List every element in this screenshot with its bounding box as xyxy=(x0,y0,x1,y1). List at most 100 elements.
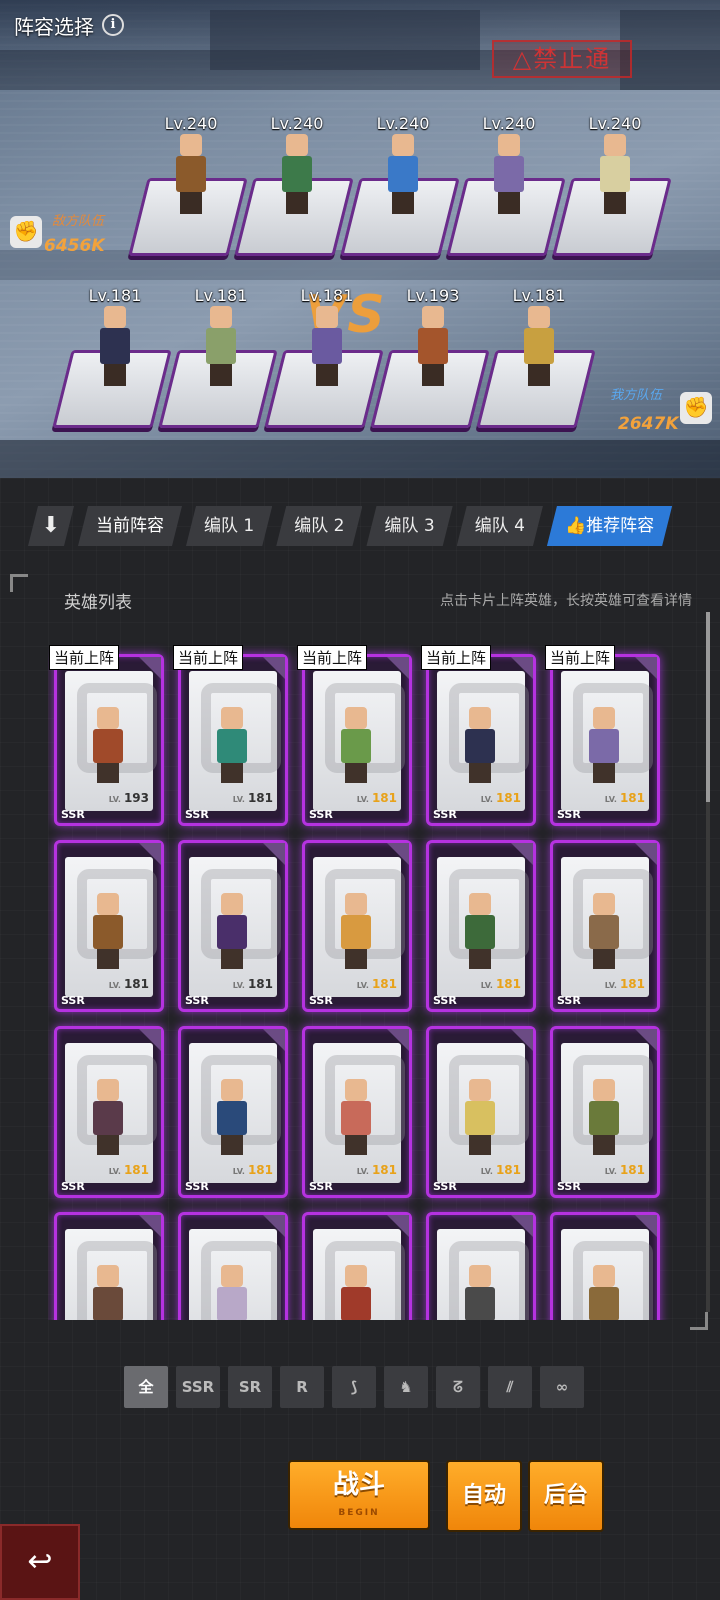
hero-card[interactable]: SSR LV. 181 xyxy=(178,840,288,1012)
hero-sprite xyxy=(211,893,253,971)
filter-r[interactable]: R xyxy=(280,1366,324,1408)
rarity-label: SSR xyxy=(557,808,581,821)
return-icon: ↩ xyxy=(27,1544,53,1579)
battle-scene: △禁止通 阵容选择 i VS ✊ 敌方队伍 6456K Lv.240 Lv.240… xyxy=(0,0,720,478)
ally-level-label: Lv.181 xyxy=(194,286,248,305)
hero-level: LV. 181 xyxy=(108,977,149,991)
hero-sprite xyxy=(459,1265,501,1320)
frame-corner-bottom-right xyxy=(690,1312,708,1330)
scrollbar-thumb[interactable] xyxy=(706,612,710,802)
hero-card[interactable]: SSR LV. 181 xyxy=(426,840,536,1012)
enemy-hero-sprite[interactable] xyxy=(592,134,636,214)
hero-card[interactable]: SSR xyxy=(550,1212,660,1320)
filter-infinity-icon[interactable]: ∞ xyxy=(540,1366,584,1408)
filter-wing-icon[interactable]: ⫽ xyxy=(488,1366,532,1408)
rarity-label: SSR xyxy=(185,1180,209,1193)
info-icon[interactable]: i xyxy=(102,14,124,36)
rarity-label: SSR xyxy=(433,1180,457,1193)
tab-current-lineup[interactable]: 当前阵容 xyxy=(78,506,182,546)
hero-card[interactable]: SSR xyxy=(178,1212,288,1320)
hero-card[interactable]: SSR LV. 181 xyxy=(302,1026,412,1198)
ally-fist-icon: ✊ xyxy=(680,392,712,424)
hero-card[interactable]: SSR xyxy=(426,1212,536,1320)
filter-sr[interactable]: SR xyxy=(228,1366,272,1408)
hero-sprite xyxy=(459,1079,501,1157)
enemy-hero-sprite[interactable] xyxy=(168,134,212,214)
hero-level: LV. 181 xyxy=(232,1163,273,1177)
page-title: 阵容选择 xyxy=(14,14,94,39)
hero-card[interactable]: SSR xyxy=(54,1212,164,1320)
hero-card[interactable]: SSR LV. 181 xyxy=(54,1026,164,1198)
filter-all[interactable]: 全 xyxy=(124,1366,168,1408)
tab-team-4[interactable]: 编队 4 xyxy=(457,506,543,546)
hero-card[interactable]: SSR LV. 181 xyxy=(178,1026,288,1198)
filter-ssr[interactable]: SSR xyxy=(176,1366,220,1408)
ally-level-label: Lv.181 xyxy=(300,286,354,305)
auto-button[interactable]: 自动 xyxy=(446,1460,522,1532)
hero-sprite xyxy=(459,893,501,971)
title-bar: 阵容选择 i xyxy=(0,0,124,50)
infinity-icon: ∞ xyxy=(555,1378,569,1396)
thumbs-up-icon: 👍 xyxy=(564,516,587,536)
tab-team-1[interactable]: 编队 1 xyxy=(186,506,272,546)
ally-level-label: Lv.181 xyxy=(512,286,566,305)
hero-level: LV. 181 xyxy=(232,977,273,991)
ally-hero-sprite[interactable] xyxy=(92,306,136,386)
hero-card[interactable]: SSR LV. 181 xyxy=(550,1026,660,1198)
hero-sprite xyxy=(211,1079,253,1157)
enemy-level-label: Lv.240 xyxy=(376,114,430,133)
hero-sprite xyxy=(335,1265,377,1320)
hero-card[interactable]: SSR LV. 181 xyxy=(54,840,164,1012)
hero-sprite xyxy=(583,893,625,971)
hero-card[interactable]: SSR xyxy=(302,1212,412,1320)
tab-team-2[interactable]: 编队 2 xyxy=(276,506,362,546)
hero-sprite xyxy=(583,1265,625,1320)
ally-hero-sprite[interactable] xyxy=(516,306,560,386)
hero-level: LV. 181 xyxy=(604,791,645,805)
hero-card[interactable]: SSR LV. 181 xyxy=(550,840,660,1012)
hero-card[interactable]: SSR LV. 181 当前上阵 xyxy=(545,645,660,826)
enemy-hero-sprite[interactable] xyxy=(380,134,424,214)
enemy-level-label: Lv.240 xyxy=(588,114,642,133)
forbidden-sign: △禁止通 xyxy=(492,40,632,78)
rarity-label: SSR xyxy=(557,994,581,1007)
enemy-team-tag: 敌方队伍 xyxy=(52,214,105,229)
filter-claw-icon[interactable]: ⟆ xyxy=(332,1366,376,1408)
filter-serpent-icon[interactable]: ᘔ xyxy=(436,1366,480,1408)
filter-wolf-icon[interactable]: ♞ xyxy=(384,1366,428,1408)
frame-corner-top-left xyxy=(10,574,28,592)
on-stage-badge: 当前上阵 xyxy=(49,645,120,670)
download-arrow-icon: ⬇ xyxy=(41,513,61,538)
hero-sprite xyxy=(87,893,129,971)
serpent-icon: ᘔ xyxy=(453,1378,463,1396)
hero-card[interactable]: SSR LV. 181 xyxy=(302,840,412,1012)
tab-recommended-lineup[interactable]: 👍推荐阵容 xyxy=(547,506,672,546)
ally-hero-sprite[interactable] xyxy=(410,306,454,386)
hero-sprite xyxy=(583,707,625,785)
hero-list-scrollbar[interactable] xyxy=(706,612,710,1312)
rarity-label: SSR xyxy=(309,1180,333,1193)
tab-recommended-label: 推荐阵容 xyxy=(586,516,655,536)
hero-sprite xyxy=(459,707,501,785)
hero-card[interactable]: SSR LV. 193 当前上阵 xyxy=(49,645,164,826)
fight-button[interactable]: 战斗 BEGIN xyxy=(288,1460,430,1530)
hero-level: LV. 181 xyxy=(604,977,645,991)
hero-card[interactable]: SSR LV. 181 当前上阵 xyxy=(297,645,412,826)
ally-hero-sprite[interactable] xyxy=(304,306,348,386)
back-button[interactable]: ↩ xyxy=(0,1524,80,1600)
rarity-label: SSR xyxy=(61,808,85,821)
ally-hero-sprite[interactable] xyxy=(198,306,242,386)
hero-sprite xyxy=(583,1079,625,1157)
enemy-hero-sprite[interactable] xyxy=(486,134,530,214)
hero-card[interactable]: SSR LV. 181 当前上阵 xyxy=(421,645,536,826)
collapse-button[interactable]: ⬇ xyxy=(28,506,74,546)
rarity-label: SSR xyxy=(185,808,209,821)
enemy-fist-icon: ✊ xyxy=(10,216,42,248)
hero-card[interactable]: SSR LV. 181 当前上阵 xyxy=(173,645,288,826)
background-button[interactable]: 后台 xyxy=(528,1460,604,1532)
rarity-label: SSR xyxy=(309,808,333,821)
hero-card[interactable]: SSR LV. 181 xyxy=(426,1026,536,1198)
hero-level: LV. 181 xyxy=(480,791,521,805)
tab-team-3[interactable]: 编队 3 xyxy=(366,506,452,546)
enemy-hero-sprite[interactable] xyxy=(274,134,318,214)
